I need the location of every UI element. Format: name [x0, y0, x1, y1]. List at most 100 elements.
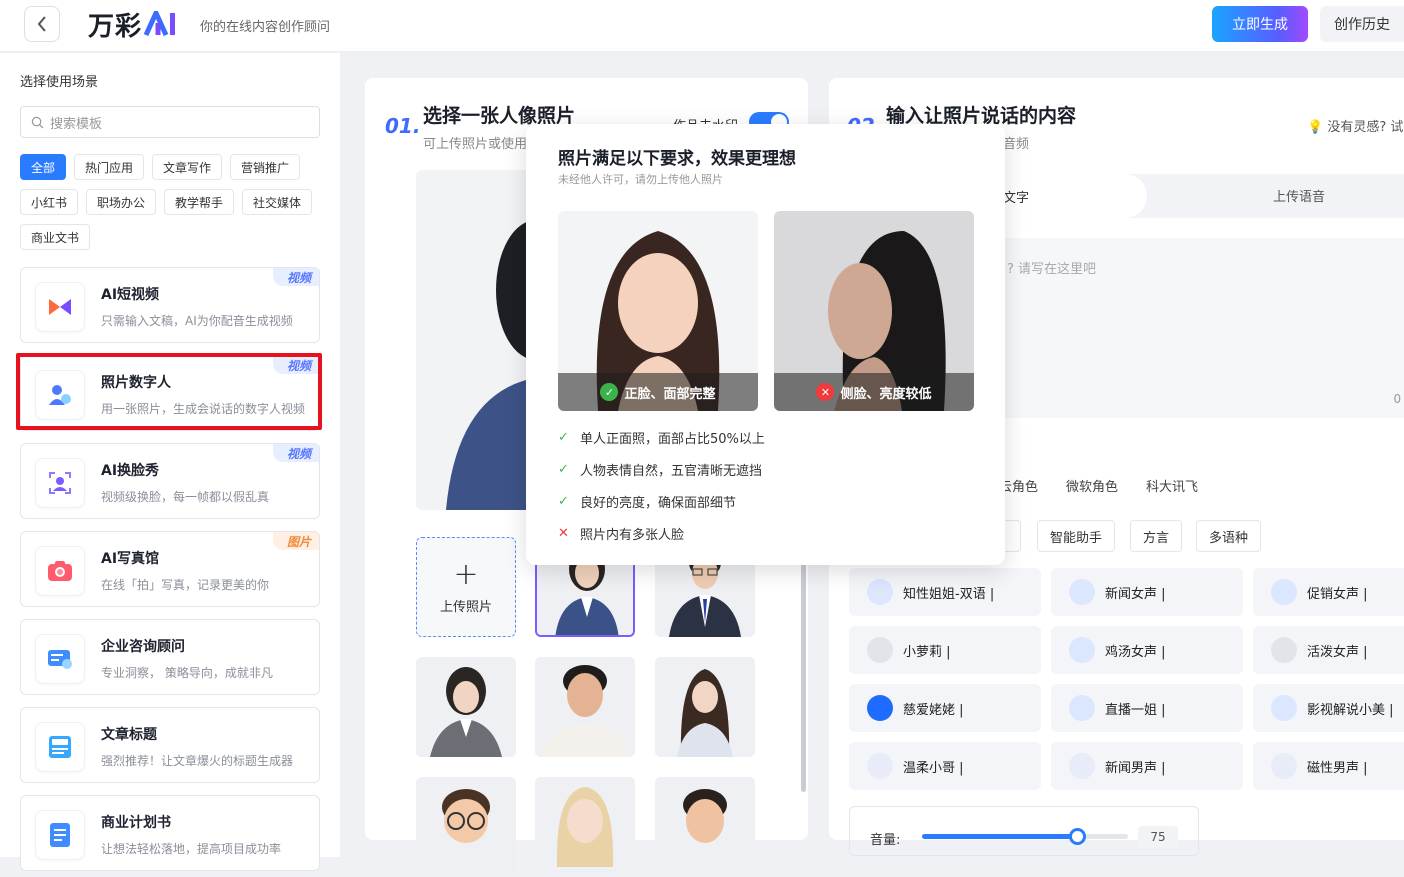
- inspiration-link[interactable]: 💡 没有灵感? 试: [1307, 116, 1403, 135]
- voice-item[interactable]: 小萝莉 |: [849, 626, 1041, 674]
- badge-image: 图片: [273, 532, 319, 550]
- card-ai-face-swap[interactable]: AI换脸秀 视频级换脸，每一帧都以假乱真 视频: [20, 443, 320, 519]
- voice-item[interactable]: 新闻女声 |: [1051, 568, 1243, 616]
- badge-video: 视频: [273, 268, 319, 286]
- rule-text: 良好的亮度，确保面部细节: [580, 492, 736, 511]
- voice-name: 鸡汤女声 |: [1105, 641, 1166, 660]
- voice-name: 直播一姐 |: [1105, 699, 1166, 718]
- category-chip-assistant[interactable]: 智能助手: [1037, 520, 1115, 552]
- plan-doc-icon: [35, 810, 85, 860]
- portrait-thumb[interactable]: [655, 777, 755, 877]
- good-example: ✓ 正脸、面部完整: [558, 211, 758, 411]
- voice-name: 磁性男声 |: [1307, 757, 1368, 776]
- input-mode-tabs: 文字 上传语音: [999, 174, 1404, 218]
- voice-item[interactable]: 慈爱姥姥 |: [849, 684, 1041, 732]
- tag-xiaohongshu[interactable]: 小红书: [20, 189, 78, 215]
- tag-list: 全部 热门应用 文章写作 营销推广 小红书 职场办公 教学帮手 社交媒体 商业文…: [20, 154, 330, 250]
- voice-item[interactable]: 磁性男声 |: [1253, 742, 1404, 790]
- script-textarea[interactable]: ? 请写在这里吧 0 /: [999, 238, 1404, 418]
- category-chip-multilingual[interactable]: 多语种: [1196, 520, 1261, 552]
- tag-all[interactable]: 全部: [20, 154, 66, 180]
- cartoon-boy-glasses: [416, 777, 516, 877]
- bulb-icon: 💡: [1307, 120, 1323, 135]
- tag-writing[interactable]: 文章写作: [152, 154, 222, 180]
- volume-slider[interactable]: [922, 834, 1128, 839]
- card-ai-portrait-studio[interactable]: AI写真馆 在线「拍」写真，记录更美的你 图片: [20, 531, 320, 607]
- tag-office[interactable]: 职场办公: [86, 189, 156, 215]
- category-chip-dialect[interactable]: 方言: [1130, 520, 1182, 552]
- voice-item[interactable]: 温柔小哥 |: [849, 742, 1041, 790]
- tag-social[interactable]: 社交媒体: [242, 189, 312, 215]
- rule-item: ✓良好的亮度，确保面部细节: [558, 492, 736, 511]
- tag-teaching[interactable]: 教学帮手: [164, 189, 234, 215]
- rule-text: 照片内有多张人脸: [580, 524, 684, 543]
- search-placeholder: 搜索模板: [50, 113, 102, 132]
- voice-item[interactable]: 新闻男声 |: [1051, 742, 1243, 790]
- role-tab-iflytek[interactable]: 科大讯飞: [1146, 476, 1198, 495]
- card-article-title[interactable]: 文章标题 强烈推荐！让文章爆火的标题生成器: [20, 707, 320, 783]
- popover-title: 照片满足以下要求，效果更理想: [558, 144, 796, 169]
- volume-fill: [922, 834, 1077, 839]
- avatar-icon: [1069, 695, 1095, 721]
- portrait-thumb[interactable]: [535, 777, 635, 877]
- inspiration-text: 没有灵感? 试: [1327, 120, 1403, 135]
- tab-upload-audio[interactable]: 上传语音: [1273, 186, 1325, 205]
- voice-item[interactable]: 影视解说小美 |: [1253, 684, 1404, 732]
- title-doc-icon: [35, 722, 85, 772]
- avatar-icon: [1271, 637, 1297, 663]
- card-title: AI短视频: [101, 284, 159, 304]
- voice-source-tabs: 云角色 微软角色 科大讯飞: [999, 476, 1198, 495]
- photo-requirements-popover: 照片满足以下要求，效果更理想 未经他人许可，请勿上传他人照片 ✓ 正脸、面部完整…: [526, 124, 1005, 565]
- generate-button[interactable]: 立即生成: [1212, 6, 1308, 42]
- volume-value[interactable]: 75: [1138, 826, 1178, 848]
- role-tab-microsoft[interactable]: 微软角色: [1066, 476, 1118, 495]
- chevron-left-icon: [36, 15, 48, 33]
- voice-item[interactable]: 鸡汤女声 |: [1051, 626, 1243, 674]
- upload-photo-button[interactable]: + 上传照片: [416, 537, 516, 637]
- card-enterprise-consultant[interactable]: 企业咨询顾问 专业洞察， 策略导向，成就非凡: [20, 619, 320, 695]
- popover-subtitle: 未经他人许可，请勿上传他人照片: [558, 171, 723, 187]
- top-bar: 万彩 你的在线内容创作顾问 立即生成 创作历史: [0, 0, 1404, 52]
- back-button[interactable]: [24, 6, 60, 42]
- tag-business-docs[interactable]: 商业文书: [20, 224, 90, 250]
- voice-name: 新闻女声 |: [1105, 583, 1166, 602]
- tab-text[interactable]: 文字: [999, 174, 1147, 218]
- portrait-thumb[interactable]: [655, 657, 755, 757]
- card-title: 商业计划书: [101, 812, 171, 832]
- portrait-thumb[interactable]: [416, 777, 516, 877]
- history-button[interactable]: 创作历史: [1320, 6, 1404, 42]
- tag-hot[interactable]: 热门应用: [74, 154, 144, 180]
- search-input[interactable]: 搜索模板: [20, 106, 320, 138]
- card-business-plan[interactable]: 商业计划书 让想法轻松落地，提高项目成功率: [20, 795, 320, 871]
- camera-icon: [35, 546, 85, 596]
- cartoon-girl-blonde: [535, 777, 635, 877]
- portrait-girl-long-hair: [655, 657, 755, 757]
- check-icon: ✓: [558, 462, 574, 477]
- voice-name: 活泼女声 |: [1307, 641, 1368, 660]
- voice-item[interactable]: 知性姐姐-双语 |: [849, 568, 1041, 616]
- x-circle-icon: ✕: [816, 383, 834, 401]
- volume-knob[interactable]: [1069, 828, 1086, 845]
- x-icon: ✕: [558, 526, 574, 541]
- voice-item[interactable]: 促销女声 |: [1253, 568, 1404, 616]
- textarea-placeholder: ? 请写在这里吧: [1007, 258, 1096, 277]
- plus-icon: +: [453, 560, 478, 590]
- video-play-icon: [35, 282, 85, 332]
- avatar-icon: [1271, 695, 1297, 721]
- portrait-thumb[interactable]: [535, 657, 635, 757]
- step1-subtitle: 可上传照片或使用: [423, 133, 527, 152]
- badge-video: 视频: [273, 444, 319, 462]
- voice-name: 知性姐姐-双语 |: [903, 583, 994, 602]
- sidebar: 选择使用场景 搜索模板 全部 热门应用 文章写作 营销推广 小红书 职场办公 教…: [0, 53, 340, 857]
- portrait-thumb[interactable]: [416, 657, 516, 757]
- voice-item[interactable]: 直播一姐 |: [1051, 684, 1243, 732]
- tag-marketing[interactable]: 营销推广: [230, 154, 300, 180]
- avatar-icon: [1069, 637, 1095, 663]
- avatar-icon: [867, 637, 893, 663]
- avatar-icon: [1069, 753, 1095, 779]
- card-desc: 在线「拍」写真，记录更美的你: [101, 576, 311, 593]
- voice-name: 影视解说小美 |: [1307, 699, 1394, 718]
- voice-item[interactable]: 活泼女声 |: [1253, 626, 1404, 674]
- card-title: 文章标题: [101, 724, 157, 744]
- card-ai-short-video[interactable]: AI短视频 只需输入文稿，AI为你配音生成视频 视频: [20, 267, 320, 343]
